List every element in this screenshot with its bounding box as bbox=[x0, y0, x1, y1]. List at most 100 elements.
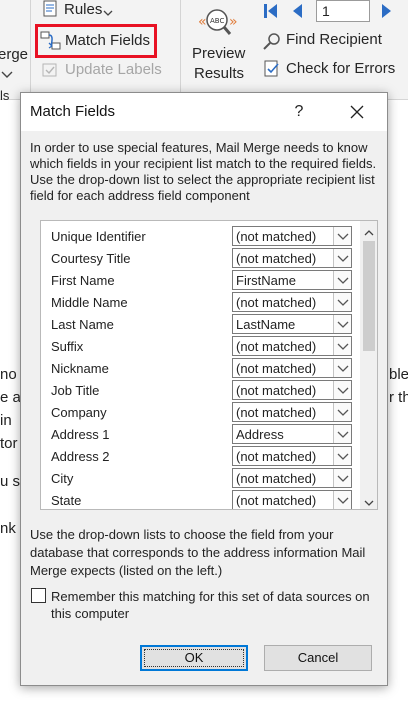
svg-text:»: » bbox=[229, 14, 238, 30]
scroll-up-icon[interactable] bbox=[364, 225, 374, 236]
field-dropdown-value: (not matched) bbox=[236, 339, 317, 354]
rules-button[interactable]: Rules bbox=[64, 1, 102, 18]
field-dropdown-value: (not matched) bbox=[236, 493, 317, 508]
field-dropdown[interactable]: (not matched) bbox=[232, 490, 352, 509]
field-dropdown-value: (not matched) bbox=[236, 295, 317, 310]
close-icon bbox=[350, 105, 364, 119]
chevron-down-icon[interactable] bbox=[333, 403, 351, 421]
rules-dropdown-icon[interactable] bbox=[103, 5, 113, 16]
preview-results-label-2[interactable]: Results bbox=[194, 65, 244, 82]
merge-fields-partial-label[interactable]: erge bbox=[0, 46, 28, 63]
scroll-down-icon[interactable] bbox=[364, 495, 374, 506]
ribbon-separator bbox=[180, 0, 181, 96]
ribbon: erge ls Rules Match Fields Update Labels… bbox=[0, 0, 408, 103]
field-row: Nickname (not matched) bbox=[41, 358, 359, 380]
field-dropdown[interactable]: LastName bbox=[232, 314, 352, 334]
doc-text-fragment: in bbox=[0, 412, 12, 429]
chevron-down-icon[interactable] bbox=[333, 293, 351, 311]
next-record-icon[interactable] bbox=[380, 2, 394, 20]
focus-rect bbox=[144, 649, 244, 667]
close-button[interactable] bbox=[337, 97, 377, 127]
chevron-down-icon[interactable] bbox=[333, 249, 351, 267]
field-dropdown-value: LastName bbox=[236, 317, 296, 332]
remember-matching-checkbox[interactable] bbox=[31, 588, 46, 603]
field-row: Unique Identifier (not matched) bbox=[41, 226, 359, 248]
ok-button[interactable]: OK bbox=[140, 645, 248, 671]
highlight-box bbox=[35, 24, 157, 58]
preview-results-icon[interactable]: « ABC » bbox=[196, 4, 238, 40]
doc-text-fragment: u s bbox=[0, 473, 21, 490]
field-label: City bbox=[51, 471, 74, 486]
dialog-titlebar[interactable]: Match Fields ? bbox=[21, 93, 387, 131]
check-errors-icon[interactable] bbox=[262, 59, 282, 79]
field-row: Courtesy Title (not matched) bbox=[41, 248, 359, 270]
field-label: State bbox=[51, 493, 82, 508]
intro-text: In order to use special features, Mail M… bbox=[30, 140, 377, 203]
doc-text-fragment: ble bbox=[389, 366, 408, 383]
field-dropdown-value: (not matched) bbox=[236, 229, 317, 244]
doc-text-fragment: nk bbox=[0, 520, 16, 537]
field-dropdown[interactable]: (not matched) bbox=[232, 336, 352, 356]
chevron-down-icon[interactable] bbox=[333, 469, 351, 487]
rules-icon[interactable] bbox=[42, 0, 60, 18]
chevron-down-icon[interactable] bbox=[333, 425, 351, 443]
field-dropdown[interactable]: (not matched) bbox=[232, 248, 352, 268]
svg-text:ABC: ABC bbox=[210, 17, 224, 25]
preview-results-label-1[interactable]: Preview bbox=[192, 45, 245, 62]
field-label: Middle Name bbox=[51, 295, 128, 310]
field-dropdown[interactable]: (not matched) bbox=[232, 402, 352, 422]
field-label: Unique Identifier bbox=[51, 229, 146, 244]
field-dropdown[interactable]: (not matched) bbox=[232, 380, 352, 400]
chevron-down-icon[interactable] bbox=[0, 68, 14, 82]
field-dropdown-value: (not matched) bbox=[236, 405, 317, 420]
field-row: Suffix (not matched) bbox=[41, 336, 359, 358]
field-dropdown[interactable]: (not matched) bbox=[232, 226, 352, 246]
field-label: Courtesy Title bbox=[51, 251, 131, 266]
field-row: Company (not matched) bbox=[41, 402, 359, 424]
field-dropdown[interactable]: (not matched) bbox=[232, 358, 352, 378]
chevron-down-icon[interactable] bbox=[333, 337, 351, 355]
field-dropdown[interactable]: (not matched) bbox=[232, 446, 352, 466]
chevron-down-icon[interactable] bbox=[333, 447, 351, 465]
chevron-down-icon[interactable] bbox=[333, 491, 351, 509]
chevron-down-icon[interactable] bbox=[333, 315, 351, 333]
field-label: Last Name bbox=[51, 317, 114, 332]
remember-matching-label[interactable]: Remember this matching for this set of d… bbox=[51, 588, 371, 622]
cancel-button[interactable]: Cancel bbox=[264, 645, 372, 671]
field-row: Address 2 (not matched) bbox=[41, 446, 359, 468]
doc-text-fragment: e a bbox=[0, 389, 21, 406]
field-label: Address 2 bbox=[51, 449, 110, 464]
field-dropdown-value: (not matched) bbox=[236, 471, 317, 486]
field-dropdown[interactable]: (not matched) bbox=[232, 468, 352, 488]
field-dropdown-value: (not matched) bbox=[236, 361, 317, 376]
field-row: State (not matched) bbox=[41, 490, 359, 509]
match-fields-dialog: Match Fields ? In order to use special f… bbox=[20, 92, 388, 686]
field-dropdown[interactable]: Address bbox=[232, 424, 352, 444]
chevron-down-icon[interactable] bbox=[333, 227, 351, 245]
doc-text-fragment: tor bbox=[0, 435, 18, 452]
group-label-partial: ls bbox=[0, 88, 10, 103]
ribbon-separator bbox=[30, 0, 31, 96]
record-number-input[interactable] bbox=[316, 0, 370, 22]
field-dropdown-value: FirstName bbox=[236, 273, 296, 288]
field-label: Job Title bbox=[51, 383, 100, 398]
chevron-down-icon[interactable] bbox=[333, 381, 351, 399]
check-errors-button[interactable]: Check for Errors bbox=[286, 60, 395, 77]
vertical-scrollbar[interactable] bbox=[360, 221, 377, 509]
doc-text-fragment: r th bbox=[389, 389, 408, 406]
chevron-down-icon[interactable] bbox=[333, 271, 351, 289]
help-button[interactable]: ? bbox=[285, 99, 313, 125]
field-dropdown-value: (not matched) bbox=[236, 251, 317, 266]
find-recipient-icon[interactable] bbox=[262, 31, 282, 51]
field-dropdown-value: Address bbox=[236, 427, 284, 442]
update-labels-button: Update Labels bbox=[65, 61, 162, 78]
field-dropdown[interactable]: FirstName bbox=[232, 270, 352, 290]
previous-record-icon[interactable] bbox=[290, 2, 304, 20]
field-mapping-list: Unique Identifier (not matched) Courtesy T… bbox=[40, 220, 378, 510]
find-recipient-button[interactable]: Find Recipient bbox=[286, 31, 382, 48]
update-labels-icon bbox=[41, 61, 59, 79]
field-dropdown[interactable]: (not matched) bbox=[232, 292, 352, 312]
first-record-icon[interactable] bbox=[262, 2, 280, 20]
scrollbar-thumb[interactable] bbox=[363, 241, 375, 351]
chevron-down-icon[interactable] bbox=[333, 359, 351, 377]
